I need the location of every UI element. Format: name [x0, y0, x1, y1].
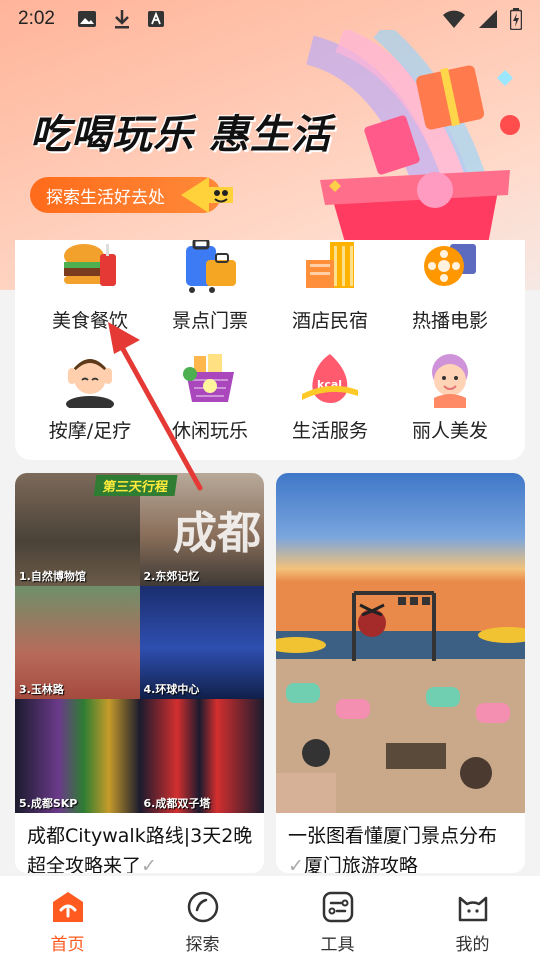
feed-title-line: 成都Citywalk路线|3天2晚	[27, 825, 253, 847]
feed-card-chengdu[interactable]: 1.自然博物馆 2.东郊记忆 3.玉林路 4.环球中心 5.成都SKP 6.成都…	[15, 473, 264, 873]
compass-icon	[187, 891, 218, 923]
category-leisure[interactable]: 休闲玩乐	[150, 350, 270, 460]
cat-face-icon	[458, 896, 487, 922]
feed-title-line: 超全攻略来了	[27, 855, 142, 873]
category-label: 生活服务	[291, 420, 368, 442]
kcal-tape-icon: kcal	[302, 354, 358, 403]
photo-caption: 5.成都SKP	[19, 797, 78, 810]
category-beauty[interactable]: 丽人美发	[390, 350, 510, 460]
category-grid: 美食餐饮 景点门票 酒店民宿 热播电影 按摩/足疗 休闲玩乐 kcal 生活服务…	[15, 240, 525, 460]
photo-caption: 2.东郊记忆	[143, 570, 200, 583]
photo-caption: 1.自然博物馆	[19, 570, 86, 583]
photo-twin-towers: 6.成都双子塔	[139, 699, 264, 813]
nav-mine[interactable]: 我的	[405, 876, 540, 960]
feed-card-xiamen[interactable]: 一张图看懂厦门景点分布 ✓厦门旅游攻略	[276, 473, 525, 873]
collage-banner: 第三天行程	[93, 475, 178, 496]
category-hotel[interactable]: 酒店民宿	[270, 240, 390, 350]
nav-label: 工具	[320, 935, 355, 955]
photo-caption: 6.成都双子塔	[143, 797, 211, 810]
beach-sunset-photo	[276, 473, 525, 813]
check-icon: ✓	[288, 855, 304, 873]
category-label: 丽人美发	[411, 420, 488, 442]
category-movies[interactable]: 热播电影	[390, 240, 510, 350]
film-reel-icon	[424, 244, 476, 286]
category-food[interactable]: 美食餐饮	[30, 240, 150, 350]
nav-label: 我的	[455, 935, 490, 955]
suitcase-icon	[186, 240, 236, 293]
bottom-nav: 首页 探索 工具 我的	[0, 876, 540, 960]
photo-caption: 3.玉林路	[19, 683, 64, 696]
category-services[interactable]: kcal 生活服务	[270, 350, 390, 460]
feed-title: 一张图看懂厦门景点分布 ✓厦门旅游攻略	[276, 813, 525, 873]
shopping-basket-icon	[183, 354, 234, 402]
explore-button[interactable]: 探索生活好去处	[30, 177, 233, 213]
home-icon	[52, 892, 83, 922]
feed-title: 成都Citywalk路线|3天2晚 超全攻略来了✓	[15, 813, 264, 873]
photo-yulin-road: 3.玉林路	[15, 586, 140, 699]
burger-drink-icon	[64, 244, 116, 286]
category-label: 按摩/足疗	[48, 420, 132, 442]
download-icon	[114, 10, 129, 29]
nav-label: 首页	[50, 935, 85, 955]
photo-skp: 5.成都SKP	[15, 699, 140, 813]
massage-person-icon	[66, 359, 114, 408]
image-icon	[77, 11, 96, 27]
category-label: 休闲玩乐	[171, 420, 248, 442]
feed-image: 1.自然博物馆 2.东郊记忆 3.玉林路 4.环球中心 5.成都SKP 6.成都…	[15, 473, 264, 813]
feed-image	[276, 473, 525, 813]
photo-global-center: 4.环球中心	[139, 586, 264, 699]
banner-headline: 吃喝玩乐 惠生活	[30, 112, 332, 158]
hotel-building-icon	[306, 242, 354, 288]
beauty-face-icon	[432, 354, 468, 408]
explore-button-label: 探索生活好去处	[46, 187, 165, 208]
nav-label: 探索	[185, 935, 220, 955]
font-app-icon	[147, 11, 164, 27]
category-label: 热播电影	[411, 310, 488, 332]
nav-tools[interactable]: 工具	[270, 876, 405, 960]
battery-icon	[510, 8, 522, 30]
status-time: 2:02	[18, 8, 55, 29]
category-label: 酒店民宿	[291, 310, 368, 332]
category-label: 美食餐饮	[51, 310, 128, 332]
signal-icon	[479, 10, 497, 28]
smiley-arrow-icon	[181, 177, 233, 213]
feed-title-line: 一张图看懂厦门景点分布	[288, 825, 498, 847]
photo-caption: 4.环球中心	[143, 683, 200, 696]
nav-home[interactable]: 首页	[0, 876, 135, 960]
category-massage[interactable]: 按摩/足疗	[30, 350, 150, 460]
category-tickets[interactable]: 景点门票	[150, 240, 270, 350]
check-icon: ✓	[141, 855, 157, 873]
toolbox-icon	[322, 891, 353, 923]
feed-title-line: 厦门旅游攻略	[303, 855, 418, 873]
wifi-icon	[443, 10, 465, 28]
collage-city: 成都	[173, 508, 261, 559]
category-label: 景点门票	[171, 310, 248, 332]
nav-explore[interactable]: 探索	[135, 876, 270, 960]
